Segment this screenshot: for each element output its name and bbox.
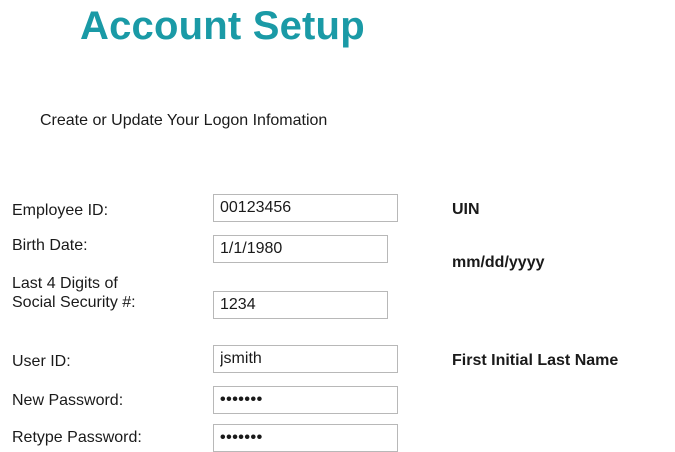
ssn-label-line2: Social Security #:	[12, 294, 136, 311]
new-password-label: New Password:	[12, 392, 124, 409]
employee-id-label: Employee ID:	[12, 202, 109, 219]
page-title: Account Setup	[80, 4, 365, 48]
new-password-field[interactable]	[213, 386, 398, 414]
ssn-label-line1: Last 4 Digits of	[12, 275, 118, 292]
ssn-label: Last 4 Digits of Social Security #:	[12, 274, 136, 312]
retype-password-label: Retype Password:	[12, 429, 142, 446]
birth-date-hint: mm/dd/yyyy	[452, 254, 545, 271]
page-subtitle: Create or Update Your Logon Infomation	[40, 112, 328, 129]
user-id-field[interactable]	[213, 345, 398, 373]
user-id-label: User ID:	[12, 353, 71, 370]
birth-date-field[interactable]	[213, 235, 388, 263]
birth-date-label: Birth Date:	[12, 237, 88, 254]
employee-id-hint: UIN	[452, 201, 480, 218]
retype-password-field[interactable]	[213, 424, 398, 452]
user-id-hint: First Initial Last Name	[452, 352, 619, 369]
employee-id-field[interactable]	[213, 194, 398, 222]
ssn-last4-field[interactable]	[213, 291, 388, 319]
